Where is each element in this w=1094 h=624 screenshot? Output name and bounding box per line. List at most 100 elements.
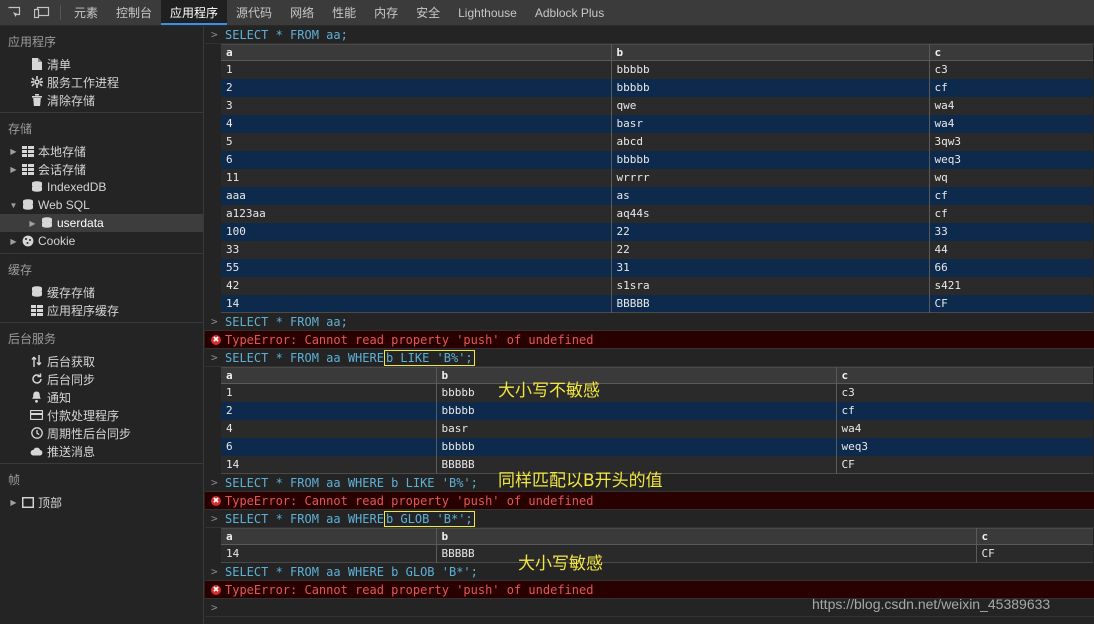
sidebar-item-userdata[interactable]: ▶ userdata (0, 214, 203, 232)
table-cell[interactable]: 31 (611, 258, 930, 277)
table-cell[interactable]: 55 (221, 258, 612, 277)
tab-console[interactable]: 控制台 (107, 0, 161, 25)
table-cell[interactable]: bbbbb (611, 78, 930, 97)
result-table-all-rows[interactable]: a b c 1 bbbbb c3 2 bbbbb cf 3 qwe wa4 4 basr wa4 5 abcd 3… (221, 44, 1093, 313)
chevron-right-icon[interactable]: ▶ (8, 498, 19, 507)
console-query-line[interactable]: > SELECT * FROM aa WHERE b GLOB 'B*'; (205, 510, 1094, 528)
table-cell[interactable]: BBBBB (436, 544, 977, 563)
table-cell[interactable]: wq (929, 168, 1093, 187)
table-cell[interactable]: 66 (929, 258, 1093, 277)
table-cell[interactable]: 11 (221, 168, 612, 187)
column-header-a[interactable]: a (221, 367, 437, 384)
column-header-b[interactable]: b (611, 44, 930, 61)
chevron-right-icon[interactable]: ▶ (8, 147, 19, 156)
sidebar-item-后台获取[interactable]: ▶后台获取 (0, 352, 203, 370)
column-header-a[interactable]: a (221, 528, 437, 545)
sidebar-item-IndexedDB[interactable]: ▶IndexedDB (0, 178, 203, 196)
table-cell[interactable]: CF (836, 455, 1093, 474)
table-cell[interactable]: 100 (221, 222, 612, 241)
table-cell[interactable]: 14 (221, 455, 437, 474)
table-cell[interactable]: wa4 (929, 114, 1093, 133)
table-cell[interactable]: s421 (929, 276, 1093, 295)
table-row[interactable]: 3 qwe wa4 (221, 96, 1093, 115)
table-cell[interactable]: bbbbb (436, 383, 837, 402)
table-cell[interactable]: aq44s (611, 204, 930, 223)
table-row[interactable]: 2 bbbbb cf (221, 78, 1093, 97)
sidebar-item-清单[interactable]: ▶清单 (0, 55, 203, 73)
table-row[interactable]: a123aa aq44s cf (221, 204, 1093, 223)
table-cell[interactable]: weq3 (836, 437, 1093, 456)
tab-application[interactable]: 应用程序 (161, 0, 228, 25)
table-cell[interactable]: cf (929, 204, 1093, 223)
sidebar-item-付款处理程序[interactable]: ▶付款处理程序 (0, 406, 203, 424)
table-cell[interactable]: 5 (221, 132, 612, 151)
table-row[interactable]: 11 wrrrr wq (221, 168, 1093, 187)
tab-network[interactable]: 网络 (281, 0, 323, 25)
table-cell[interactable]: BBBBB (436, 455, 837, 474)
result-table-glob[interactable]: a b c 14 BBBBB CF (221, 528, 1093, 563)
table-cell[interactable]: 3 (221, 96, 612, 115)
sidebar-item-周期性后台同步[interactable]: ▶周期性后台同步 (0, 424, 203, 442)
table-row[interactable]: 14 BBBBB CF (221, 455, 1093, 474)
table-cell[interactable]: 42 (221, 276, 612, 295)
table-row[interactable]: 4 basr wa4 (221, 114, 1093, 133)
table-cell[interactable]: 14 (221, 544, 437, 563)
table-cell[interactable]: weq3 (929, 150, 1093, 169)
table-cell[interactable]: abcd (611, 132, 930, 151)
table-row[interactable]: 14 BBBBB CF (221, 294, 1093, 313)
tab-lighthouse[interactable]: Lighthouse (449, 0, 526, 25)
table-cell[interactable]: 1 (221, 60, 612, 79)
tab-elements[interactable]: 元素 (65, 0, 107, 25)
table-cell[interactable]: wa4 (836, 419, 1093, 438)
table-cell[interactable]: wa4 (929, 96, 1093, 115)
table-cell[interactable]: 2 (221, 401, 437, 420)
sidebar-item-推送消息[interactable]: ▶推送消息 (0, 442, 203, 460)
column-header-c[interactable]: c (836, 367, 1093, 384)
table-cell[interactable]: 4 (221, 419, 437, 438)
column-header-c[interactable]: c (929, 44, 1093, 61)
table-row[interactable]: 6 bbbbb weq3 (221, 150, 1093, 169)
chevron-right-icon[interactable]: ▶ (8, 165, 19, 174)
table-cell[interactable]: 6 (221, 437, 437, 456)
table-row[interactable]: 33 22 44 (221, 240, 1093, 259)
table-cell[interactable]: 1 (221, 383, 437, 402)
chevron-right-icon[interactable]: ▶ (8, 237, 19, 246)
table-cell[interactable]: 14 (221, 294, 612, 313)
table-row[interactable]: 14 BBBBB CF (221, 544, 1093, 563)
sidebar-item-通知[interactable]: ▶通知 (0, 388, 203, 406)
inspect-element-icon[interactable] (0, 0, 28, 25)
sidebar-item-会话存储[interactable]: ▶ 会话存储 (0, 160, 203, 178)
console-query-line[interactable]: > SELECT * FROM aa WHERE b LIKE 'B%'; (205, 474, 1094, 492)
table-cell[interactable]: 33 (929, 222, 1093, 241)
sidebar-item-Web SQL[interactable]: ▼ Web SQL (0, 196, 203, 214)
table-row[interactable]: 6 bbbbb weq3 (221, 437, 1093, 456)
sidebar-item-后台同步[interactable]: ▶后台同步 (0, 370, 203, 388)
table-row[interactable]: 2 bbbbb cf (221, 401, 1093, 420)
sidebar-item-本地存储[interactable]: ▶ 本地存储 (0, 142, 203, 160)
tab-sources[interactable]: 源代码 (227, 0, 281, 25)
table-cell[interactable]: cf (836, 401, 1093, 420)
table-cell[interactable]: s1sra (611, 276, 930, 295)
sidebar-item-服务工作进程[interactable]: ▶服务工作进程 (0, 73, 203, 91)
table-cell[interactable]: 44 (929, 240, 1093, 259)
table-cell[interactable]: CF (929, 294, 1093, 313)
table-cell[interactable]: a123aa (221, 204, 612, 223)
table-row[interactable]: 42 s1sra s421 (221, 276, 1093, 295)
websql-console-panel[interactable]: > SELECT * FROM aa; a b c 1 bbbbb c3 2 bbbbb cf 3 qw… (205, 26, 1094, 624)
device-toolbar-icon[interactable] (28, 0, 56, 25)
table-cell[interactable]: qwe (611, 96, 930, 115)
column-header-b[interactable]: b (436, 367, 837, 384)
table-cell[interactable]: 22 (611, 240, 930, 259)
table-cell[interactable]: cf (929, 78, 1093, 97)
sidebar-item-清除存储[interactable]: ▶清除存储 (0, 91, 203, 109)
table-cell[interactable]: 22 (611, 222, 930, 241)
chevron-down-icon[interactable]: ▼ (8, 201, 19, 210)
table-cell[interactable]: bbbbb (611, 60, 930, 79)
tab-memory[interactable]: 内存 (365, 0, 407, 25)
table-row[interactable]: 100 22 33 (221, 222, 1093, 241)
table-cell[interactable]: 6 (221, 150, 612, 169)
tab-performance[interactable]: 性能 (323, 0, 365, 25)
table-cell[interactable]: basr (436, 419, 837, 438)
tab-adblock-plus[interactable]: Adblock Plus (526, 0, 613, 25)
table-row[interactable]: 1 bbbbb c3 (221, 60, 1093, 79)
